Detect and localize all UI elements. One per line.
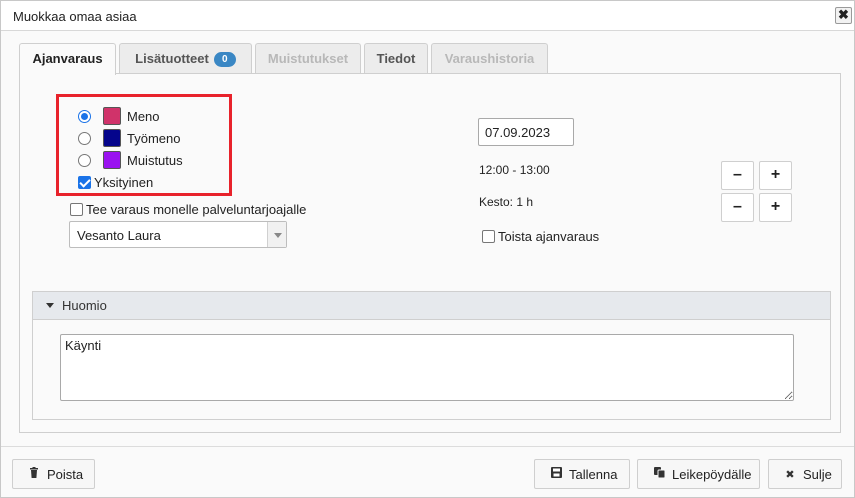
radio-tyomeno[interactable]: Työmeno — [78, 128, 180, 148]
color-swatch — [103, 151, 121, 169]
radio-label: Muistutus — [127, 152, 183, 168]
checkbox[interactable] — [70, 202, 83, 216]
radio-meno[interactable]: Meno — [78, 106, 160, 126]
radio-muistutus[interactable]: Muistutus — [78, 150, 183, 170]
radio-button[interactable] — [78, 153, 91, 167]
tab-tiedot[interactable]: Tiedot — [364, 43, 428, 74]
clipboard-icon — [652, 467, 666, 481]
count-badge: 0 — [213, 52, 236, 67]
radio-button[interactable] — [78, 131, 91, 145]
close-icon[interactable]: ✖ — [835, 7, 852, 24]
close-icon: ✖ — [785, 468, 795, 481]
notes-textarea[interactable]: Käynti — [60, 334, 794, 401]
notes-accordion-header[interactable]: Huomio — [33, 292, 830, 320]
checkbox[interactable] — [482, 229, 495, 243]
footer-divider — [1, 446, 854, 447]
end-time-minus-button[interactable]: – — [721, 193, 754, 222]
clipboard-label: Leikepöydälle — [672, 466, 752, 482]
color-swatch — [103, 107, 121, 125]
provider-select-value: Vesanto Laura — [77, 228, 161, 243]
save-icon — [549, 467, 563, 481]
edit-dialog: Muokkaa omaa asiaa ✖ Ajanvaraus Lisätuot… — [0, 0, 855, 498]
tab-ajanvaraus[interactable]: Ajanvaraus — [19, 43, 116, 75]
trash-icon — [27, 467, 41, 481]
radio-label: Työmeno — [127, 130, 181, 146]
multi-provider-checkbox[interactable]: Tee varaus monelle palveluntarjoajalle — [70, 200, 306, 218]
checkbox-label: Toista ajanvaraus — [498, 228, 600, 244]
private-checkbox[interactable]: Yksityinen — [78, 173, 153, 191]
duration-text: Kesto: 1 h — [479, 195, 534, 209]
notes-title: Huomio — [62, 298, 107, 313]
tab-muistutukset: Muistutukset — [255, 43, 361, 74]
tab-label: Lisätuotteet — [135, 51, 209, 66]
dialog-title: Muokkaa omaa asiaa — [13, 9, 137, 24]
end-time-plus-button[interactable]: + — [759, 193, 792, 222]
checkbox-label: Tee varaus monelle palveluntarjoajalle — [86, 201, 307, 217]
date-input[interactable] — [478, 118, 574, 146]
delete-button[interactable]: Poista — [12, 459, 95, 489]
repeat-checkbox[interactable]: Toista ajanvaraus — [482, 227, 599, 245]
radio-label: Meno — [127, 108, 160, 124]
caret-down-icon — [46, 303, 54, 308]
provider-select[interactable]: Vesanto Laura — [69, 221, 287, 248]
close-label: Sulje — [803, 466, 832, 482]
start-time-minus-button[interactable]: – — [721, 161, 754, 190]
time-range: 12:00 - 13:00 — [479, 163, 550, 177]
color-swatch — [103, 129, 121, 147]
start-time-plus-button[interactable]: + — [759, 161, 792, 190]
tab-varaushistoria: Varaushistoria — [431, 43, 548, 74]
save-label: Tallenna — [569, 466, 618, 482]
dialog-titlebar: Muokkaa omaa asiaa ✖ — [1, 1, 854, 31]
delete-label: Poista — [47, 466, 84, 482]
clipboard-button[interactable]: Leikepöydälle — [637, 459, 760, 489]
checkbox[interactable] — [78, 175, 91, 189]
checkbox-label: Yksityinen — [94, 174, 154, 190]
save-button[interactable]: Tallenna — [534, 459, 630, 489]
radio-button[interactable] — [78, 109, 91, 123]
chevron-down-icon[interactable] — [267, 222, 286, 247]
close-button[interactable]: ✖ Sulje — [768, 459, 842, 489]
tab-lisatuotteet[interactable]: Lisätuotteet 0 — [119, 43, 252, 74]
